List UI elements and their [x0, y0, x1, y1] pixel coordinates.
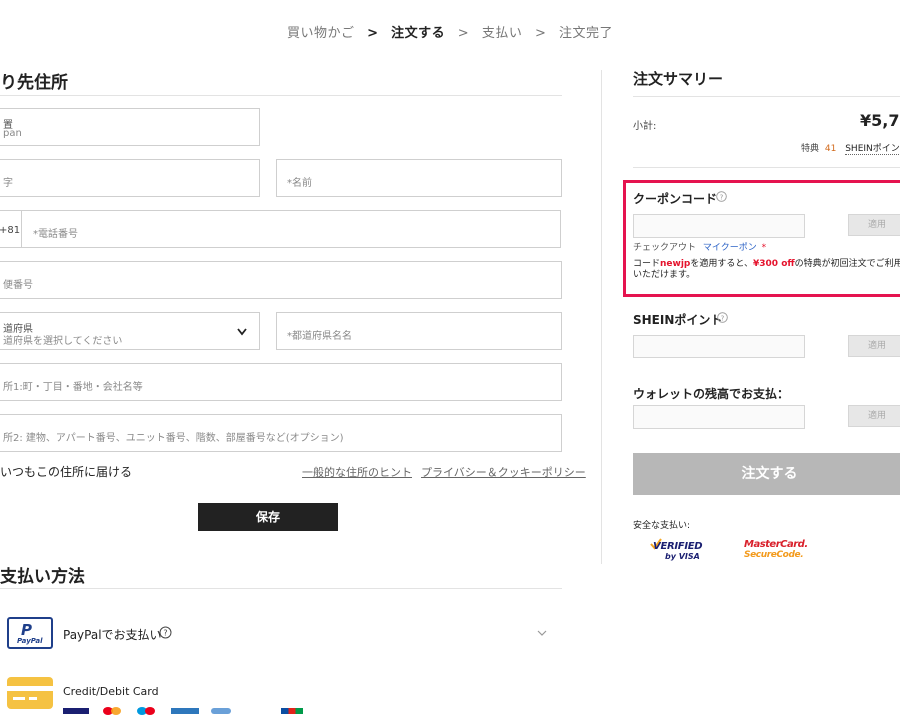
postal-placeholder: 便番号 — [3, 280, 33, 291]
divider — [633, 167, 900, 168]
help-icon[interactable]: ? — [159, 626, 172, 639]
my-coupon-row: チェックアウト マイクーポン * — [633, 240, 766, 253]
coupon-apply-button[interactable]: 適用 — [848, 214, 900, 236]
phone-field[interactable]: +81 *電話番号 — [0, 210, 561, 248]
column-divider — [601, 70, 602, 564]
divider — [21, 211, 22, 247]
chevron-down-icon — [237, 328, 247, 336]
verified-by-visa-logo: VERIFIED by VISA — [650, 538, 710, 566]
address-hint-link[interactable]: 一般的な住所のヒント — [302, 464, 412, 480]
step-separator: > — [535, 26, 547, 41]
wallet-title: ウォレットの残高でお支払： — [633, 387, 790, 401]
coupon-input[interactable] — [633, 214, 805, 238]
points-apply-button[interactable]: 適用 — [848, 335, 900, 357]
mastercard-logo — [111, 707, 121, 715]
payment-title: 支払い方法 — [0, 567, 85, 587]
city-placeholder: *都道府県名名 — [287, 331, 352, 342]
help-icon[interactable]: ? — [717, 312, 728, 323]
place-order-button[interactable]: 注文する — [633, 453, 900, 495]
step-order: 注文する — [391, 26, 446, 41]
step-done: 注文完了 — [559, 26, 614, 41]
paypal-label: PayPalでお支払い — [63, 628, 162, 642]
first-name-input[interactable]: *名前 — [276, 159, 562, 197]
phone-country-code[interactable]: +81 — [0, 225, 20, 236]
perk-label: 特典 — [801, 144, 820, 154]
coupon-title: クーポンコード — [633, 192, 718, 206]
wallet-apply-button[interactable]: 適用 — [848, 405, 900, 427]
promo-message: コードnewjpを適用すると、¥300 offの特典が初回注文でご利用 いただけ… — [633, 259, 900, 280]
paypal-logo: P PayPal — [7, 617, 53, 649]
summary-title: 注文サマリー — [633, 70, 724, 88]
amex-logo — [171, 708, 199, 714]
postal-code-input[interactable]: 便番号 — [0, 261, 562, 299]
city-input[interactable]: *都道府県名名 — [276, 312, 562, 350]
chevron-down-icon[interactable] — [537, 630, 547, 637]
svg-text:?: ? — [720, 193, 724, 201]
privacy-policy-link[interactable]: プライバシー＆クッキーポリシー — [421, 464, 586, 480]
my-coupon-link[interactable]: マイクーポン — [703, 243, 757, 253]
divider — [633, 96, 900, 97]
checkout-text: チェックアウト — [633, 243, 697, 253]
secure-payment-label: 安全な支払い: — [633, 521, 691, 531]
step-separator: > — [367, 26, 379, 41]
visa-logo — [63, 708, 89, 714]
svg-text:?: ? — [721, 314, 725, 322]
default-address-checkbox[interactable]: いつもこの住所に届ける — [0, 463, 132, 480]
points-title: SHEINポイント — [633, 313, 723, 327]
wallet-input[interactable] — [633, 405, 805, 429]
credit-card-icon — [7, 677, 53, 709]
jcb-logo — [281, 708, 303, 714]
subtotal-value: ¥5,74 — [860, 111, 900, 130]
last-name-input[interactable]: 字 — [0, 159, 260, 197]
divider — [0, 588, 562, 589]
shipping-title: り先住所 — [0, 73, 68, 93]
save-button[interactable]: 保存 — [198, 503, 338, 531]
maestro-logo — [145, 707, 155, 715]
address1-input[interactable]: 所1:町・丁目・番地・会社名等 — [0, 363, 562, 401]
prefecture-select[interactable]: 道府県 道府県を選択してください — [0, 312, 260, 350]
required-asterisk: * — [761, 243, 767, 253]
step-cart[interactable]: 買い物かご — [287, 26, 355, 41]
divider — [0, 95, 562, 96]
country-field[interactable]: 置 pan — [0, 108, 260, 146]
last-name-placeholder: 字 — [3, 178, 13, 189]
step-separator: > — [457, 26, 470, 41]
country-value: pan — [3, 128, 22, 139]
address2-input[interactable]: 所2: 建物、アパート番号、ユニット番号、階数、部屋番号など(オプション) — [0, 414, 562, 452]
points-input[interactable] — [633, 335, 805, 358]
shein-points-link[interactable]: SHEINポイント — [845, 144, 900, 155]
help-icon[interactable]: ? — [716, 191, 727, 202]
phone-placeholder: *電話番号 — [33, 229, 78, 240]
checkout-steps: 買い物かご > 注文する > 支払い > 注文完了 — [0, 22, 900, 41]
subtotal-label: 小計: — [633, 121, 657, 132]
address2-placeholder: 所2: 建物、アパート番号、ユニット番号、階数、部屋番号など(オプション) — [3, 433, 344, 444]
diners-logo — [211, 708, 231, 714]
step-pay: 支払い — [481, 26, 523, 41]
address1-placeholder: 所1:町・丁目・番地・会社名等 — [3, 382, 143, 393]
card-option[interactable]: Credit/Debit Card — [0, 672, 562, 715]
card-label: Credit/Debit Card — [63, 685, 159, 698]
paypal-option[interactable]: P PayPal PayPalでお支払い ? — [0, 605, 562, 661]
mastercard-securecode-logo: MasterCard. SecureCode. — [744, 539, 808, 560]
perk-row: 特典 41 SHEINポイント — [801, 141, 900, 155]
perk-count: 41 — [824, 144, 837, 154]
svg-text:?: ? — [163, 629, 167, 638]
first-name-placeholder: *名前 — [287, 178, 312, 189]
prefecture-placeholder: 道府県を選択してください — [3, 336, 123, 347]
